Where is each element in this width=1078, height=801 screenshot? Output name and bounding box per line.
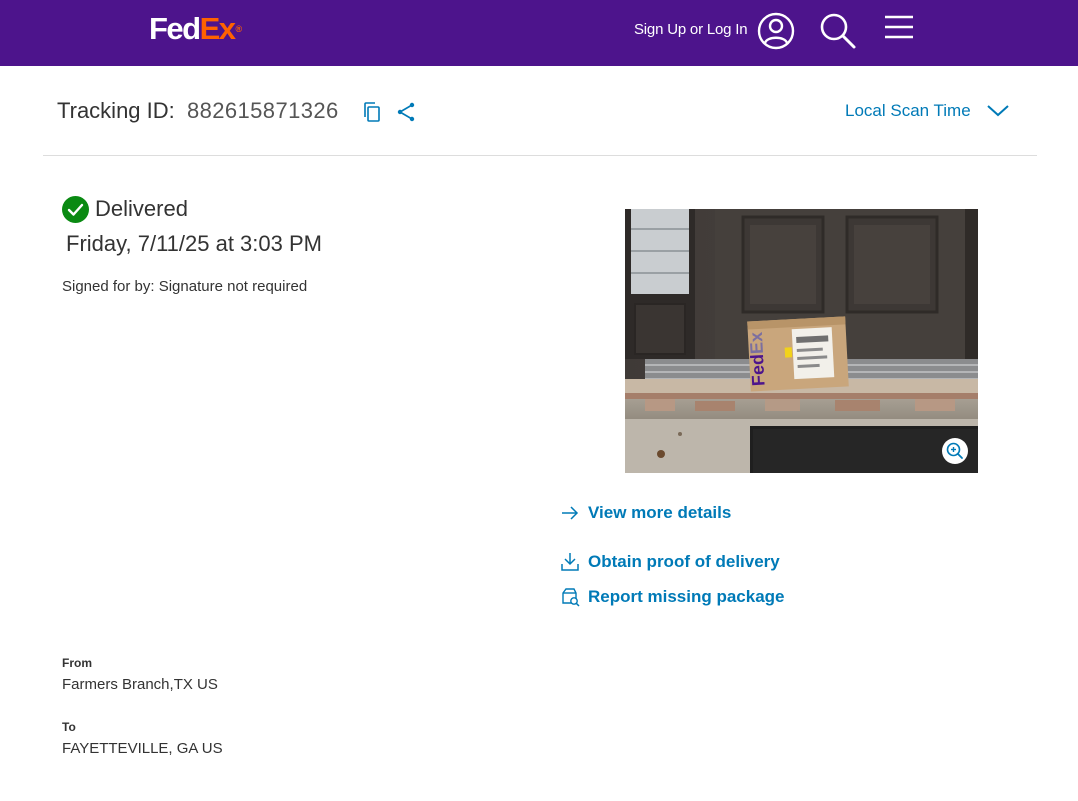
menu-icon[interactable] xyxy=(883,14,915,42)
logo-registered-mark: ® xyxy=(235,24,243,34)
tracking-id-label: Tracking ID: xyxy=(57,98,175,123)
arrow-right-icon xyxy=(562,506,579,520)
user-icon[interactable] xyxy=(757,12,795,50)
delivery-date: Friday, 7/11/25 at 3:03 PM xyxy=(66,231,322,256)
delivered-check-icon xyxy=(62,196,89,223)
sign-up-or-log-in-link[interactable]: Sign Up or Log In xyxy=(634,20,748,40)
obtain-proof-of-delivery-label: Obtain proof of delivery xyxy=(588,552,780,571)
to-location: FAYETTEVILLE, GA US xyxy=(62,740,223,757)
local-scan-time-dropdown[interactable]: Local Scan Time xyxy=(845,99,971,123)
package-search-icon xyxy=(562,588,580,607)
top-navigation-bar: FedEx® Sign Up or Log In xyxy=(0,0,1078,66)
svg-text:FedEx: FedEx xyxy=(746,332,769,387)
download-icon xyxy=(561,553,579,571)
to-label: To xyxy=(62,720,76,734)
package-logo-fed: Fed xyxy=(747,354,769,387)
package-logo-ex: Ex xyxy=(746,332,767,355)
delivery-photo[interactable]: FedEx xyxy=(625,209,978,473)
view-more-details-label: View more details xyxy=(588,503,732,522)
fedex-logo[interactable]: FedEx® xyxy=(149,12,242,46)
chevron-down-icon[interactable] xyxy=(986,101,1010,119)
share-icon[interactable] xyxy=(396,102,416,122)
signed-for-text: Signed for by: Signature not required xyxy=(62,278,308,295)
delivery-status: Delivered xyxy=(95,196,188,221)
from-location: Farmers Branch,TX US xyxy=(62,676,218,693)
from-label: From xyxy=(62,656,92,670)
tracking-number: 882615871326 xyxy=(187,98,339,123)
header-divider xyxy=(43,155,1037,156)
copy-icon[interactable] xyxy=(362,101,382,123)
logo-ex-text: Ex xyxy=(199,11,236,46)
report-missing-package-label: Report missing package xyxy=(588,587,785,606)
zoom-in-icon[interactable] xyxy=(941,437,969,465)
logo-fed-text: Fed xyxy=(149,11,201,46)
search-icon[interactable] xyxy=(819,12,857,50)
